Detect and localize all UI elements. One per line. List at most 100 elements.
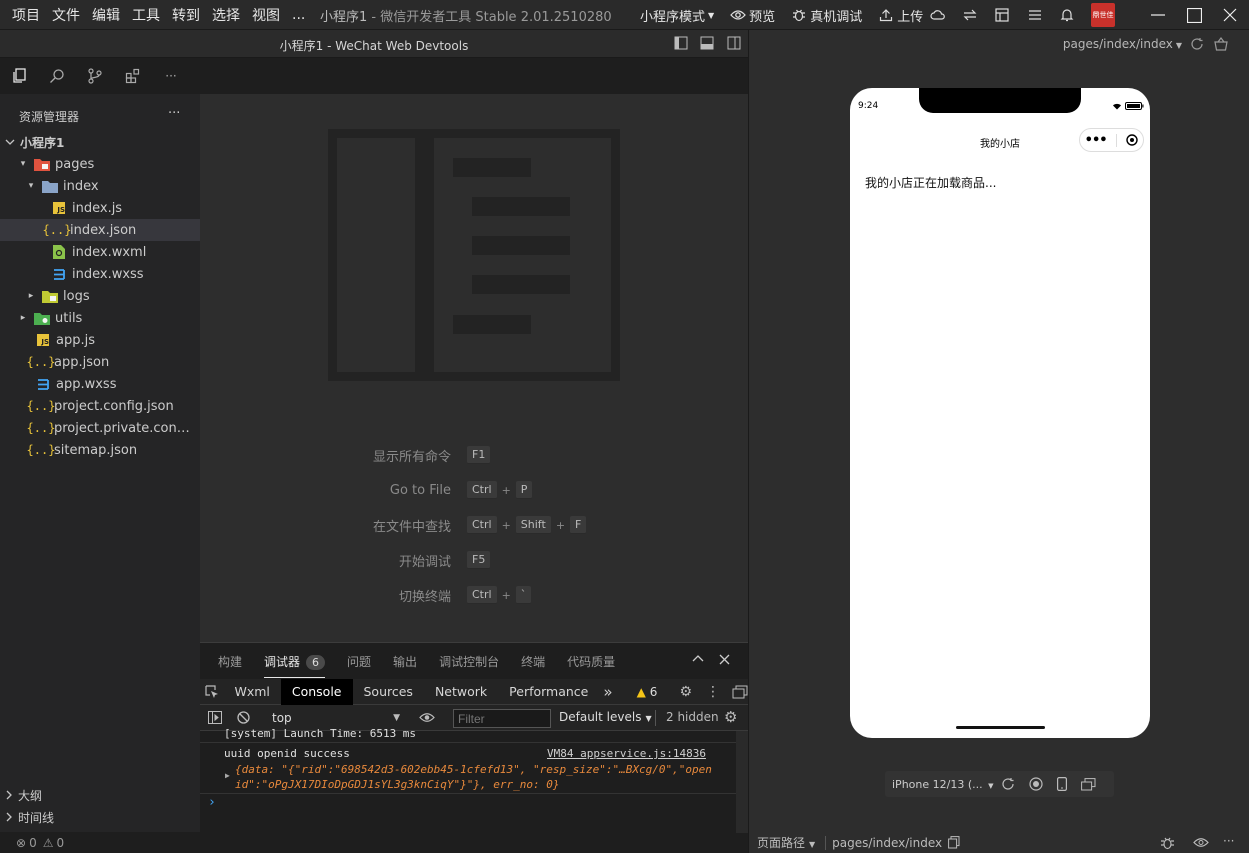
- copy-icon[interactable]: [948, 836, 960, 849]
- multi-window-icon[interactable]: [1081, 777, 1096, 791]
- mode-dropdown[interactable]: 小程序模式 ▼: [640, 6, 714, 25]
- capsule-menu[interactable]: •••: [1079, 128, 1144, 152]
- tree-item-index-js[interactable]: JS index.js: [0, 197, 200, 219]
- tree-item-index-json[interactable]: {..} index.json: [0, 219, 200, 241]
- bell-icon[interactable]: [1049, 0, 1085, 30]
- minimize-icon[interactable]: [1140, 0, 1176, 30]
- tree-item-index-folder[interactable]: ▾ index: [0, 175, 200, 197]
- kebab-menu-icon[interactable]: ⋮: [706, 684, 720, 700]
- outline-section[interactable]: 大纲: [0, 784, 200, 806]
- menu-more[interactable]: ...: [292, 7, 305, 23]
- explorer-more-button[interactable]: ···: [168, 106, 180, 121]
- clear-console-icon[interactable]: [237, 711, 250, 724]
- tab-terminal[interactable]: 终端: [521, 653, 545, 670]
- tree-item-sitemap[interactable]: {..} sitemap.json: [0, 439, 200, 461]
- toggle-panel-icon[interactable]: [700, 36, 716, 52]
- home-indicator[interactable]: [956, 726, 1045, 729]
- warning-counter[interactable]: ▲ 6: [637, 685, 658, 699]
- live-expression-eye-icon[interactable]: [419, 712, 435, 723]
- expand-triangle-icon[interactable]: ▶: [225, 771, 230, 780]
- levels-dropdown[interactable]: Default levels ▼: [559, 710, 652, 724]
- tree-item-label: app.json: [54, 354, 110, 370]
- tree-item-app-js[interactable]: JS app.js: [0, 329, 200, 351]
- scrollbar[interactable]: [736, 731, 748, 833]
- menu-view[interactable]: 视图: [252, 5, 280, 25]
- timeline-section[interactable]: 时间线: [0, 806, 200, 828]
- tree-item-pages[interactable]: ▾ pages: [0, 153, 200, 175]
- tab-console[interactable]: Console: [280, 678, 353, 705]
- filter-input[interactable]: [453, 709, 551, 728]
- menu-goto[interactable]: 转到: [172, 5, 200, 25]
- tab-problems[interactable]: 问题: [347, 653, 371, 670]
- basket-icon[interactable]: [1214, 37, 1228, 51]
- tree-item-utils[interactable]: ▸ utils: [0, 307, 200, 329]
- phone-icon[interactable]: [1057, 777, 1067, 791]
- tree-item-app-wxss[interactable]: app.wxss: [0, 373, 200, 395]
- layout-icon[interactable]: [984, 0, 1020, 30]
- tab-build[interactable]: 构建: [218, 653, 242, 670]
- tab-output[interactable]: 输出: [393, 653, 417, 670]
- page-path-toggle[interactable]: 页面路径 ▼: [757, 834, 815, 851]
- cloud-icon[interactable]: [920, 0, 956, 30]
- shortcut-find-in-files: 在文件中查找 Ctrl + Shift + F: [200, 515, 748, 535]
- more-icon[interactable]: ···: [152, 58, 190, 94]
- upload-button[interactable]: 上传: [878, 6, 923, 25]
- toggle-sidebar-icon[interactable]: [674, 36, 690, 52]
- tab-sources[interactable]: Sources: [353, 679, 424, 705]
- console-settings-gear-icon[interactable]: ⚙: [724, 708, 737, 726]
- tab-wxml[interactable]: Wxml: [223, 679, 280, 705]
- tab-code-quality[interactable]: 代码质量: [567, 653, 615, 670]
- preview-button[interactable]: 预览: [730, 6, 775, 25]
- context-select[interactable]: top ▼: [264, 708, 404, 728]
- dock-icon[interactable]: [732, 685, 748, 699]
- tree-item-logs[interactable]: ▸ logs: [0, 285, 200, 307]
- debug-bug-icon[interactable]: [1160, 836, 1175, 850]
- extensions-icon[interactable]: [114, 58, 152, 94]
- search-icon[interactable]: [38, 58, 76, 94]
- tree-item-project-config[interactable]: {..} project.config.json: [0, 395, 200, 417]
- real-debug-button[interactable]: 真机调试: [791, 6, 862, 25]
- close-window-icon[interactable]: [1212, 0, 1248, 30]
- console-prompt[interactable]: ›: [208, 795, 216, 810]
- close-panel-icon[interactable]: [719, 654, 730, 665]
- source-control-icon[interactable]: [76, 58, 114, 94]
- phone-screen[interactable]: 9:24 我的小店 ••• 我的小店正在加载商品...: [850, 88, 1150, 738]
- tab-performance[interactable]: Performance: [498, 679, 599, 705]
- status-bar-problems[interactable]: ⊗ 0 ⚠ 0: [0, 832, 200, 853]
- toggle-simulator-icon[interactable]: [727, 36, 743, 52]
- explorer-icon[interactable]: [0, 58, 38, 94]
- tree-item-index-wxss[interactable]: index.wxss: [0, 263, 200, 285]
- inspect-element-icon[interactable]: [200, 684, 223, 699]
- tab-network[interactable]: Network: [424, 679, 498, 705]
- menu-project[interactable]: 项目: [12, 5, 40, 25]
- tab-debug-console[interactable]: 调试控制台: [439, 653, 499, 670]
- tree-root[interactable]: 小程序1: [0, 131, 200, 153]
- avatar[interactable]: 鼎世佳: [1091, 3, 1115, 27]
- record-icon[interactable]: [1029, 777, 1043, 791]
- menu-edit[interactable]: 编辑: [92, 5, 120, 25]
- close-miniprogram-icon[interactable]: [1126, 134, 1138, 146]
- tab-debugger[interactable]: 调试器 6: [264, 653, 326, 678]
- more-tabs-button[interactable]: »: [603, 683, 612, 701]
- more-dots-icon[interactable]: •••: [1085, 133, 1108, 148]
- console-source-link[interactable]: VM84 appservice.js:14836: [547, 747, 706, 760]
- rotate-icon[interactable]: [1001, 777, 1015, 791]
- settings-gear-icon[interactable]: ⚙: [679, 684, 692, 700]
- menu-tools[interactable]: 工具: [132, 5, 160, 25]
- sidebar-toggle-icon[interactable]: [208, 711, 222, 724]
- more-icon[interactable]: ···: [1223, 834, 1234, 848]
- menu-select[interactable]: 选择: [212, 5, 240, 25]
- refresh-icon[interactable]: [1190, 37, 1204, 51]
- swap-icon[interactable]: [952, 0, 988, 30]
- eye-icon[interactable]: [1193, 837, 1209, 848]
- dropdown-arrow-icon: ▼: [645, 714, 652, 723]
- tree-item-index-wxml[interactable]: index.wxml: [0, 241, 200, 263]
- maximize-icon[interactable]: [1176, 0, 1212, 30]
- tree-item-app-json[interactable]: {..} app.json: [0, 351, 200, 373]
- tree-item-project-private-config[interactable]: {..} project.private.config.js...: [0, 417, 200, 439]
- page-path-dropdown[interactable]: pages/index/index ▼: [1063, 37, 1182, 51]
- chevron-up-icon[interactable]: [692, 654, 704, 662]
- hamburger-icon[interactable]: [1017, 0, 1053, 30]
- menu-file[interactable]: 文件: [52, 5, 80, 25]
- device-select[interactable]: iPhone 12/13 (... ▼: [885, 778, 994, 791]
